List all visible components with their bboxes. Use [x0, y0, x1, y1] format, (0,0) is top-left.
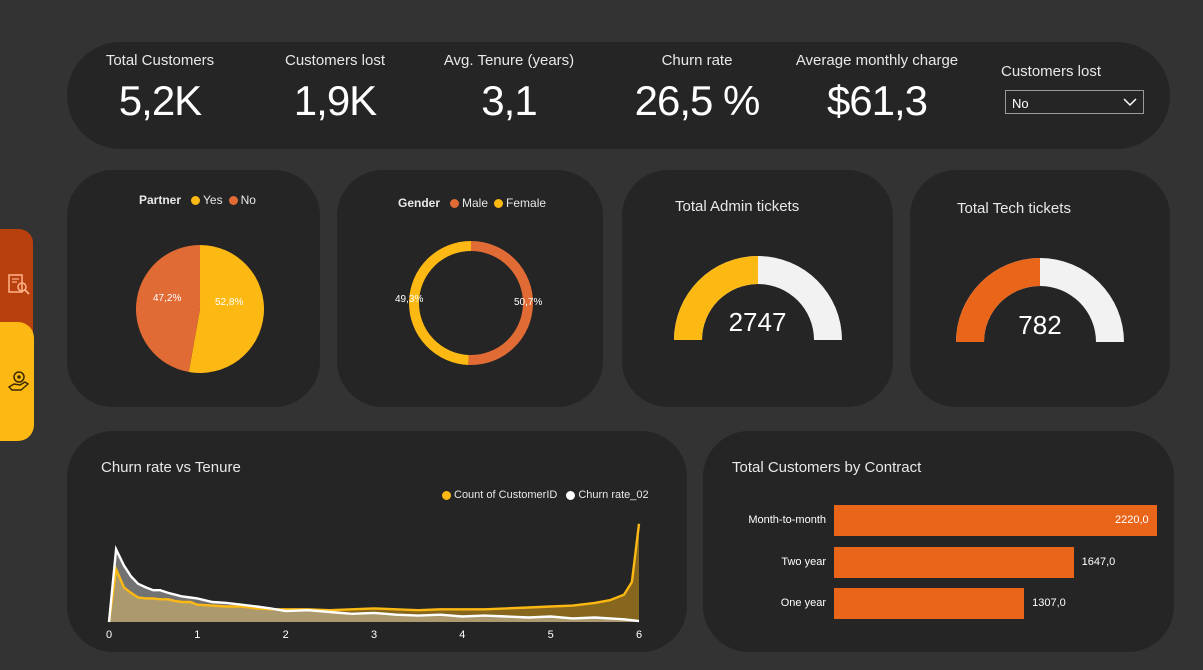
- legend-title: Partner: [139, 193, 182, 207]
- gender-donut-card: Gender Male Female 50,7% 49,3%: [337, 170, 603, 407]
- admin-tickets-card: Total Admin tickets 2747: [622, 170, 893, 407]
- card-title: Total Admin tickets: [675, 198, 800, 215]
- partner-pie-card: Partner Yes No 52,8% 47,2%: [67, 170, 320, 407]
- legend-item[interactable]: No: [241, 193, 256, 207]
- partner-legend: Partner Yes No: [139, 193, 256, 207]
- legend-item[interactable]: Male: [462, 196, 488, 210]
- chart-title: Total Customers by Contract: [732, 459, 922, 476]
- legend-dot: [494, 198, 504, 208]
- kpi-label: Total Customers: [105, 52, 215, 69]
- legend-dot: [566, 490, 576, 500]
- bar-value-label: 1647,0: [1081, 555, 1116, 568]
- kpi-value: 1,9K: [293, 77, 377, 124]
- kpi-value: 26,5 %: [634, 77, 761, 124]
- kpi-total-customers: Total Customers 5,2K: [99, 42, 221, 125]
- x-tick-label: 4: [459, 629, 465, 641]
- hand-coin-icon[interactable]: [7, 369, 31, 398]
- legend-item[interactable]: Count of CustomerID: [454, 489, 557, 501]
- card-title: Total Tech tickets: [957, 200, 1071, 217]
- kpi-churn-rate: Churn rate 26,5 %: [629, 42, 765, 125]
- chart-legend: Count of CustomerID Churn rate_02: [439, 489, 649, 501]
- kpi-value: 5,2K: [118, 77, 202, 124]
- x-tick-label: 2: [283, 629, 289, 641]
- churn-vs-tenure-card: Churn rate vs Tenure Count of CustomerID…: [67, 431, 687, 652]
- bar-value-label: 2220,0: [1115, 514, 1149, 526]
- bar[interactable]: [834, 588, 1025, 619]
- pie-slice-label-yes: 52,8%: [215, 297, 244, 308]
- x-tick-label: 1: [194, 629, 200, 641]
- legend-dot: [450, 198, 460, 208]
- x-tick-label: 3: [371, 629, 377, 641]
- pie-slice-label-no: 47,2%: [153, 293, 182, 304]
- legend-item[interactable]: Yes: [203, 193, 223, 207]
- partner-pie-chart[interactable]: [136, 245, 264, 373]
- gender-legend: Gender Male Female: [398, 196, 546, 210]
- gauge-value: 2747: [728, 307, 787, 337]
- donut-slice-label-female: 49,3%: [395, 294, 424, 305]
- slicer-title: Customers lost: [1001, 63, 1102, 80]
- pie-slice-yes[interactable]: [188, 245, 264, 373]
- kpi-strip: Total Customers 5,2K Customers lost 1,9K…: [67, 42, 1170, 149]
- bar-value-label: 1307,0: [1032, 597, 1066, 609]
- donut-slice-label-male: 50,7%: [514, 297, 543, 308]
- legend-item[interactable]: Churn rate_02: [578, 489, 648, 501]
- legend-dot: [191, 195, 201, 205]
- kpi-label: Churn rate: [661, 52, 733, 69]
- kpi-value: 3,1: [481, 77, 537, 124]
- kpi-customers-lost: Customers lost 1,9K: [277, 42, 393, 125]
- contract-bar-card: Total Customers by Contract Month-to-mon…: [703, 431, 1174, 652]
- customers-lost-dropdown[interactable]: No: [1005, 90, 1144, 114]
- bar[interactable]: [834, 546, 1074, 578]
- kpi-label: Average monthly charge: [795, 52, 959, 69]
- chevron-down-icon: [1123, 98, 1137, 107]
- legend-dot: [228, 195, 238, 205]
- bar-category-label: Two year: [781, 555, 826, 568]
- pie-slice-no[interactable]: [136, 245, 200, 373]
- x-tick-label: 0: [106, 629, 112, 641]
- chart-title: Churn rate vs Tenure: [101, 459, 241, 476]
- document-search-icon[interactable]: [7, 273, 31, 302]
- kpi-label: Customers lost: [284, 52, 386, 69]
- gauge-value: 782: [1018, 310, 1062, 340]
- x-tick-label: 6: [636, 629, 642, 641]
- dropdown-selected-value: No: [1012, 96, 1029, 111]
- bar[interactable]: [834, 505, 1157, 536]
- kpi-avg-monthly-charge: Average monthly charge $61,3: [791, 42, 963, 125]
- legend-title: Gender: [398, 196, 441, 210]
- churn-area-chart[interactable]: 0 1 2 3 4 5 6: [97, 521, 657, 643]
- kpi-label: Avg. Tenure (years): [443, 52, 575, 69]
- tech-tickets-card: Total Tech tickets 782: [910, 170, 1170, 407]
- bar-category-label: One year: [780, 597, 826, 609]
- x-tick-label: 5: [548, 629, 554, 641]
- kpi-value: $61,3: [826, 77, 928, 124]
- legend-dot: [442, 490, 451, 500]
- bar-category-label: Month-to-month: [748, 514, 826, 526]
- legend-item[interactable]: Female: [506, 196, 546, 210]
- kpi-avg-tenure: Avg. Tenure (years) 3,1: [441, 42, 577, 125]
